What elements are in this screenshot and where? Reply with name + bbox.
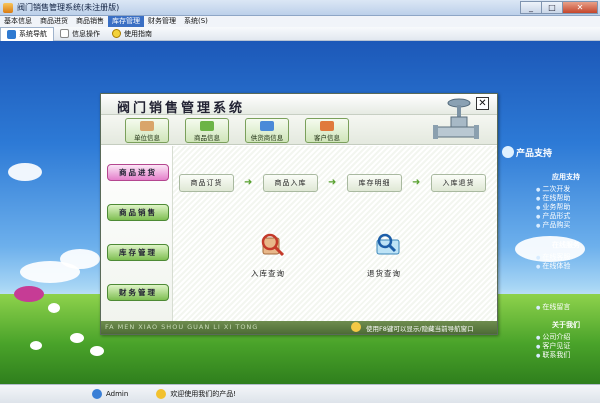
support-header: 产品支持 (516, 149, 553, 159)
app-icon (3, 3, 13, 13)
menu-purchase[interactable]: 商品进货 (36, 16, 72, 27)
flow-return-button[interactable]: 入库退货 (431, 174, 486, 192)
stockin-query-label[interactable]: 入库查询 (251, 268, 285, 279)
help-guide-button[interactable]: 使用指南 (106, 27, 158, 41)
status-user: Admin (86, 385, 134, 403)
supplier-icon (260, 121, 274, 131)
support-link[interactable]: 产品购买 (536, 220, 570, 230)
window-titlebar: 阀门销售管理系统(未注册版) _ □ ✕ (0, 0, 600, 16)
nav-icon (7, 29, 16, 39)
dialog-sidebar: 商品进货 商品销售 库存管理 财务管理 (101, 146, 173, 324)
hint-icon (351, 322, 361, 332)
company-info-button[interactable]: 单位信息 (125, 118, 169, 143)
cloud-decoration (60, 249, 100, 269)
pinyin-caption: FA MEN XIAO SHOU GUAN LI XI TONG (105, 323, 259, 331)
sidebar-purchase-button[interactable]: 商品进货 (107, 164, 169, 181)
flower-decoration (30, 341, 42, 350)
product-info-button[interactable]: 商品信息 (185, 118, 229, 143)
stockin-query-icon[interactable] (257, 230, 287, 260)
menu-basic-info[interactable]: 基本信息 (0, 16, 36, 27)
close-window-button[interactable]: ✕ (562, 1, 598, 14)
dialog-footer: FA MEN XIAO SHOU GUAN LI XI TONG 使用F8键可以… (101, 321, 497, 334)
help-icon (112, 29, 121, 38)
flower-decoration (90, 346, 104, 356)
window-controls: _ □ ✕ (520, 1, 598, 15)
status-welcome: 欢迎使用我们的产品! (150, 385, 242, 403)
dialog-main-area: 商品订货 ➜ 商品入库 ➜ 库存明细 ➜ 入库退货 入库查询 退货查询 (173, 146, 497, 324)
customer-icon (320, 121, 334, 131)
support-link[interactable]: 联系我们 (536, 350, 570, 360)
cloud-decoration (8, 163, 42, 181)
flower-decoration (48, 303, 60, 313)
valve-icon (433, 98, 479, 139)
user-icon (92, 389, 102, 399)
arrow-right-icon: ➜ (328, 177, 337, 188)
info-ops-button[interactable]: 信息操作 (54, 27, 106, 41)
support-section-about: 关于我们 (552, 321, 580, 329)
statusbar: Admin 欢迎使用我们的产品! (0, 384, 600, 403)
help-guide-label: 使用指南 (124, 29, 152, 38)
supplier-info-button[interactable]: 供货商信息 (245, 118, 289, 143)
smile-icon (156, 389, 167, 399)
flower-decoration (14, 286, 44, 302)
product-support-panel: 产品支持 应用支持 二次开发 在线帮助 业务帮助 产品形式 产品购买 在线服务 … (500, 146, 592, 378)
support-section-online: 在线服务 (552, 241, 580, 249)
return-query-label[interactable]: 退货查询 (367, 268, 401, 279)
menu-finance[interactable]: 财务管理 (144, 16, 180, 27)
customer-info-label: 客户信息 (314, 134, 340, 142)
arrow-right-icon: ➜ (412, 177, 421, 188)
product-icon (200, 121, 214, 131)
status-user-label: Admin (106, 390, 129, 398)
sidebar-sales-button[interactable]: 商品销售 (107, 204, 169, 221)
navigation-dialog: 阀门销售管理系统 ✕ 单位信息 商品信息 供货商信息 客户信息 商品进货 商品销… (100, 93, 498, 335)
return-query-icon[interactable] (373, 230, 403, 260)
minimize-button[interactable]: _ (520, 1, 542, 14)
window-title: 阀门销售管理系统(未注册版) (17, 3, 120, 12)
maximize-button[interactable]: □ (541, 1, 563, 14)
system-nav-button[interactable]: 系统导航 (0, 26, 54, 41)
info-icon (60, 29, 69, 38)
support-section-app: 应用支持 (552, 173, 580, 181)
info-ops-label: 信息操作 (72, 29, 100, 38)
menu-system[interactable]: 系统(S) (180, 16, 212, 27)
product-info-label: 商品信息 (194, 134, 220, 142)
customer-info-button[interactable]: 客户信息 (305, 118, 349, 143)
main-toolbar: 系统导航 信息操作 使用指南 (0, 26, 600, 41)
support-link[interactable]: 在线体验 (536, 261, 570, 271)
menubar: 基本信息 商品进货 商品销售 库存管理 财务管理 系统(S) (0, 16, 600, 27)
company-info-label: 单位信息 (134, 134, 160, 142)
system-nav-label: 系统导航 (19, 30, 47, 38)
building-icon (140, 121, 154, 131)
sidebar-inventory-button[interactable]: 库存管理 (107, 244, 169, 261)
globe-icon (502, 146, 514, 158)
supplier-info-label: 供货商信息 (250, 134, 284, 142)
menu-sales[interactable]: 商品销售 (72, 16, 108, 27)
arrow-right-icon: ➜ (244, 177, 253, 188)
flow-inventory-detail-button[interactable]: 库存明细 (347, 174, 402, 192)
menu-inventory[interactable]: 库存管理 (108, 16, 144, 27)
flow-order-button[interactable]: 商品订货 (179, 174, 234, 192)
status-welcome-label: 欢迎使用我们的产品! (170, 390, 237, 398)
flow-stockin-button[interactable]: 商品入库 (263, 174, 318, 192)
support-link[interactable]: 在线留言 (536, 302, 570, 312)
f8-hint: 使用F8键可以显示/隐藏当前导航窗口 (366, 325, 474, 333)
dialog-title: 阀门销售管理系统 (117, 101, 246, 116)
sidebar-finance-button[interactable]: 财务管理 (107, 284, 169, 301)
flower-decoration (70, 333, 84, 343)
